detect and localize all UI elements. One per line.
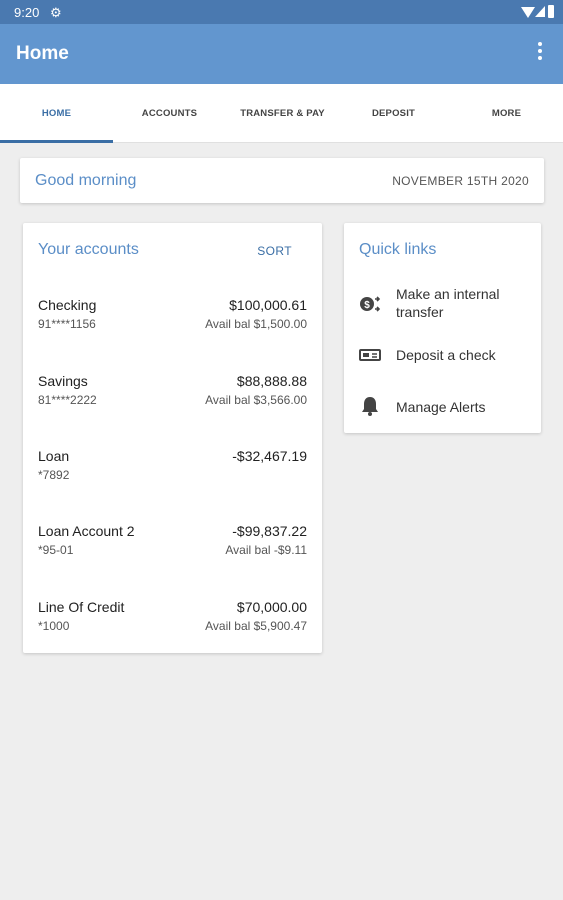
quick-links-card: Quick links $ Make an internal transfer …: [344, 223, 541, 433]
greeting-date: NOVEMBER 15TH 2020: [392, 174, 529, 188]
account-balance: $88,888.88: [236, 373, 307, 389]
account-number: 91****1156: [38, 317, 96, 331]
quick-links-title: Quick links: [359, 241, 437, 258]
tab-bar: HOME ACCOUNTS TRANSFER & PAY DEPOSIT MOR…: [0, 84, 563, 143]
accounts-title: Your accounts: [38, 241, 139, 258]
account-row[interactable]: Loan Account 2 *95-01 -$99,837.22 Avail …: [38, 523, 307, 563]
accounts-card: Your accounts SORT Checking 91****1156 $…: [23, 223, 322, 653]
account-row[interactable]: Savings 81****2222 $88,888.88 Avail bal …: [38, 373, 307, 413]
account-balance: $70,000.00: [236, 599, 307, 615]
account-balance: $100,000.61: [229, 297, 307, 313]
account-balance: -$99,837.22: [232, 523, 307, 539]
account-name: Line Of Credit: [38, 599, 125, 615]
account-name: Loan: [38, 448, 70, 464]
tab-transfer-pay[interactable]: TRANSFER & PAY: [226, 84, 339, 143]
greeting-card: Good morning NOVEMBER 15TH 2020: [20, 158, 544, 203]
app-bar: Home: [0, 24, 563, 84]
status-time: 9:20: [14, 5, 40, 20]
quick-link-transfer[interactable]: $ Make an internal transfer: [359, 285, 534, 325]
settings-icon: ⚙: [50, 5, 62, 20]
account-name: Loan Account 2: [38, 523, 135, 539]
quick-link-label: Make an internal transfer: [396, 286, 500, 320]
battery-icon: [548, 5, 554, 18]
account-row[interactable]: Checking 91****1156 $100,000.61 Avail ba…: [38, 297, 307, 337]
account-number: *7892: [38, 468, 70, 482]
overflow-menu-icon[interactable]: [537, 42, 543, 62]
quick-link-label: Manage Alerts: [396, 399, 486, 415]
bell-icon: [359, 395, 381, 417]
page-title: Home: [16, 43, 69, 64]
account-row[interactable]: Loan *7892 -$32,467.19: [38, 448, 307, 488]
svg-text:$: $: [364, 300, 370, 311]
status-bar: 9:20 ⚙: [0, 0, 563, 24]
account-available: Avail bal $1,500.00: [205, 317, 307, 331]
quick-link-label: Deposit a check: [396, 347, 496, 363]
account-row[interactable]: Line Of Credit *1000 $70,000.00 Avail ba…: [38, 599, 307, 639]
account-number: 81****2222: [38, 393, 97, 407]
check-icon: [359, 344, 381, 366]
account-number: *1000: [38, 619, 70, 633]
quick-link-deposit[interactable]: Deposit a check: [359, 346, 534, 368]
account-name: Savings: [38, 373, 88, 389]
sort-button[interactable]: SORT: [257, 244, 292, 258]
account-available: Avail bal $5,900.47: [205, 619, 307, 633]
signal-icon: [535, 6, 545, 17]
account-available: Avail bal -$9.11: [225, 543, 307, 557]
tab-more[interactable]: MORE: [450, 84, 563, 143]
transfer-icon: $: [359, 293, 381, 315]
quick-link-alerts[interactable]: Manage Alerts: [359, 395, 534, 420]
tab-accounts[interactable]: ACCOUNTS: [113, 84, 226, 143]
account-name: Checking: [38, 297, 97, 313]
greeting-text: Good morning: [35, 172, 137, 189]
tab-home[interactable]: HOME: [0, 84, 113, 143]
account-number: *95-01: [38, 543, 74, 557]
tab-deposit[interactable]: DEPOSIT: [337, 84, 450, 143]
account-available: Avail bal $3,566.00: [205, 393, 307, 407]
account-balance: -$32,467.19: [232, 448, 307, 464]
wifi-icon: [521, 7, 535, 18]
